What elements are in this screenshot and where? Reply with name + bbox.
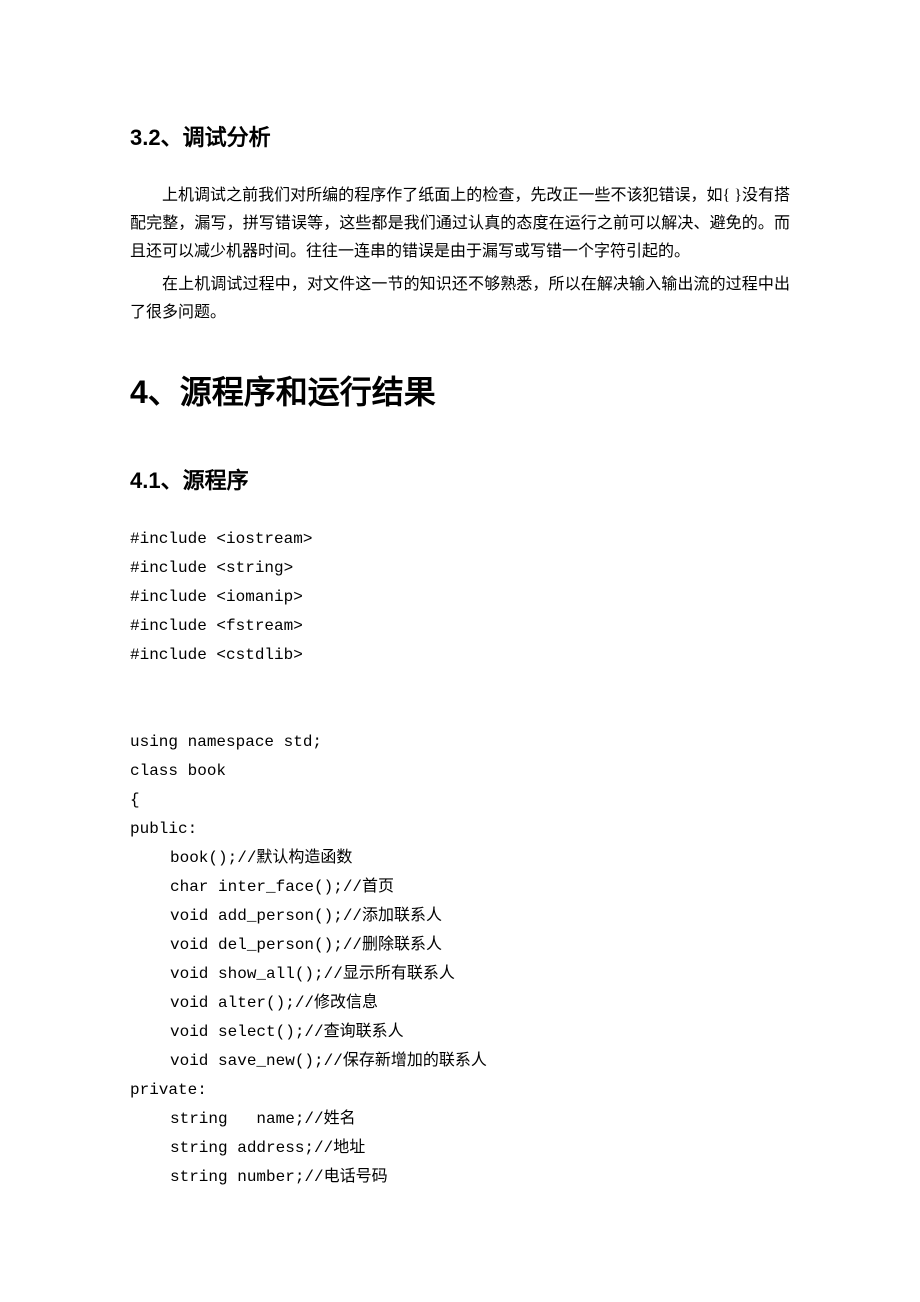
source-code-block: #include <iostream>#include <string>#inc… [130, 525, 790, 1192]
code-line: void del_person();//删除联系人 [130, 931, 790, 960]
code-line: void alter();//修改信息 [130, 989, 790, 1018]
code-line: string number;//电话号码 [130, 1163, 790, 1192]
code-line: public: [130, 815, 790, 844]
code-line: #include <iostream> [130, 525, 790, 554]
code-line: #include <string> [130, 554, 790, 583]
heading-4: 4、源程序和运行结果 [130, 367, 790, 413]
code-line: using namespace std; [130, 728, 790, 757]
section-4-1: 4.1、源程序 #include <iostream>#include <str… [130, 463, 790, 1192]
heading-3-2: 3.2、调试分析 [130, 120, 790, 152]
code-line [130, 699, 790, 728]
code-line: string name;//姓名 [130, 1105, 790, 1134]
section-3-2: 3.2、调试分析 上机调试之前我们对所编的程序作了纸面上的检查，先改正一些不该犯… [130, 120, 790, 327]
code-line: class book [130, 757, 790, 786]
code-line: { [130, 786, 790, 815]
paragraph-text: 上机调试之前我们对所编的程序作了纸面上的检查，先改正一些不该犯错误，如{ }没有… [130, 182, 790, 266]
code-line: #include <fstream> [130, 612, 790, 641]
paragraph-group: 在上机调试过程中，对文件这一节的知识还不够熟悉，所以在解决输入输出流的过程中出了… [130, 271, 790, 327]
code-line: void show_all();//显示所有联系人 [130, 960, 790, 989]
code-line: #include <iomanip> [130, 583, 790, 612]
paragraph-text: 在上机调试过程中，对文件这一节的知识还不够熟悉，所以在解决输入输出流的过程中出了… [130, 271, 790, 327]
code-line: void select();//查询联系人 [130, 1018, 790, 1047]
code-line: void save_new();//保存新增加的联系人 [130, 1047, 790, 1076]
code-line: void add_person();//添加联系人 [130, 902, 790, 931]
code-line: #include <cstdlib> [130, 641, 790, 670]
code-line [130, 670, 790, 699]
code-line: char inter_face();//首页 [130, 873, 790, 902]
heading-4-1: 4.1、源程序 [130, 463, 790, 495]
code-line: private: [130, 1076, 790, 1105]
code-line: book();//默认构造函数 [130, 844, 790, 873]
section-4: 4、源程序和运行结果 [130, 367, 790, 413]
code-line: string address;//地址 [130, 1134, 790, 1163]
paragraph-group: 上机调试之前我们对所编的程序作了纸面上的检查，先改正一些不该犯错误，如{ }没有… [130, 182, 790, 266]
